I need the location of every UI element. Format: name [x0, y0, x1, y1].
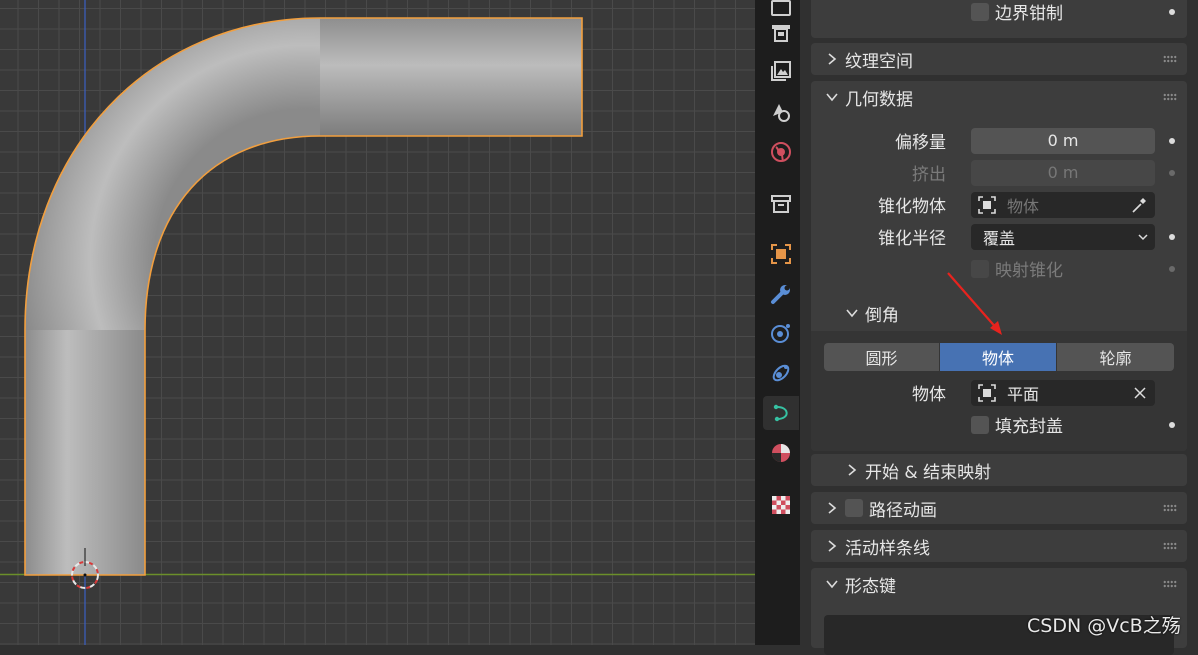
bevel-mode-round[interactable]: 圆形	[824, 343, 939, 371]
extrude-label: 挤出	[912, 165, 946, 185]
shape-keys-title: 形态键	[845, 576, 896, 597]
drag-grip-icon[interactable]	[1163, 93, 1177, 101]
clamp-checkbox[interactable]	[971, 2, 989, 21]
shape-section-tail: 边界钳制	[811, 0, 1187, 38]
taper-object-field[interactable]: 物体	[971, 191, 1155, 218]
texture-icon[interactable]	[763, 488, 799, 522]
extrude-field[interactable]: 0 m	[971, 159, 1155, 186]
view-layer-icon[interactable]	[763, 54, 799, 88]
physics-icon[interactable]	[763, 356, 799, 390]
geometry-header[interactable]: 几何数据	[811, 81, 1187, 113]
chevron-down-icon	[826, 93, 838, 102]
chevron-right-icon	[828, 540, 837, 552]
bevel-mode-profile[interactable]: 轮廓	[1057, 343, 1174, 371]
eyedropper-icon[interactable]	[1129, 195, 1149, 215]
fill-caps-label: 填充封盖	[995, 417, 1063, 437]
path-animation-checkbox[interactable]	[845, 499, 863, 517]
chevron-right-icon	[828, 502, 837, 514]
taper-object-label: 锥化物体	[878, 197, 946, 217]
material-icon[interactable]	[763, 436, 799, 470]
taper-radius-label: 锥化半径	[878, 229, 946, 249]
collection-icon[interactable]	[763, 187, 799, 221]
3d-viewport[interactable]	[0, 0, 755, 645]
active-spline-section[interactable]: 活动样条线	[811, 530, 1187, 562]
clamp-label: 边界钳制	[995, 4, 1063, 24]
start-end-mapping-section[interactable]: 开始 & 结束映射	[811, 454, 1187, 486]
geometry-title: 几何数据	[845, 89, 913, 110]
chevron-down-icon	[826, 580, 838, 589]
drag-grip-icon[interactable]	[1163, 55, 1177, 63]
particles-icon[interactable]	[763, 316, 799, 350]
object-field-icon	[978, 383, 996, 402]
output-printer-icon[interactable]	[763, 16, 799, 50]
bevel-title: 倒角	[865, 305, 899, 326]
chevron-right-icon	[828, 53, 837, 65]
drag-grip-icon[interactable]	[1163, 580, 1177, 588]
offset-keyframe-dot[interactable]	[1169, 137, 1175, 144]
path-animation-section[interactable]: 路径动画	[811, 492, 1187, 524]
bevel-curve-object[interactable]	[24, 17, 583, 576]
taper-object-placeholder: 物体	[1007, 196, 1040, 216]
curve-data-icon[interactable]	[763, 396, 799, 430]
taper-radius-dropdown[interactable]: 覆盖	[971, 223, 1155, 250]
drag-grip-icon[interactable]	[1163, 504, 1177, 512]
chevron-down-icon	[846, 309, 858, 318]
taper-radius-value: 覆盖	[983, 228, 1016, 248]
shape-keys-header[interactable]: 形态键	[811, 568, 1187, 600]
clamp-keyframe-dot[interactable]	[1169, 8, 1175, 15]
bevel-object-label: 物体	[912, 385, 946, 405]
object-icon[interactable]	[763, 237, 799, 271]
offset-label: 偏移量	[895, 133, 946, 153]
close-icon[interactable]	[1133, 386, 1147, 400]
map-taper-keyframe-dot[interactable]	[1169, 265, 1175, 272]
chevron-right-icon	[848, 464, 857, 476]
annotation-arrow	[947, 272, 1002, 335]
watermark-text: CSDN @VcB之殇	[1027, 615, 1181, 637]
start-end-mapping-title: 开始 & 结束映射	[865, 462, 992, 483]
texture-space-title: 纹理空间	[845, 51, 913, 72]
path-animation-title: 路径动画	[869, 500, 937, 521]
chevron-down-icon	[1138, 233, 1148, 240]
bevel-object-field[interactable]: 平面	[971, 379, 1155, 406]
scene-icon[interactable]	[763, 95, 799, 129]
fill-caps-checkbox[interactable]	[971, 415, 989, 434]
drag-grip-icon[interactable]	[1163, 542, 1177, 550]
taper-radius-keyframe-dot[interactable]	[1169, 233, 1175, 240]
fill-caps-keyframe-dot[interactable]	[1169, 421, 1175, 428]
geometry-section: 几何数据 偏移量 0 m 挤出 0 m 锥化物体 物体 锥化半径 覆盖 映射锥化…	[811, 81, 1187, 451]
offset-field[interactable]: 0 m	[971, 127, 1155, 154]
properties-tab-bar	[755, 0, 800, 645]
object-field-icon	[978, 195, 996, 214]
texture-space-section[interactable]: 纹理空间	[811, 43, 1187, 75]
extrude-keyframe-dot[interactable]	[1169, 169, 1175, 176]
modifier-wrench-icon[interactable]	[763, 277, 799, 311]
world-icon[interactable]	[763, 135, 799, 169]
active-spline-title: 活动样条线	[845, 538, 930, 559]
bevel-mode-object[interactable]: 物体	[940, 343, 1056, 371]
bevel-object-value: 平面	[1007, 384, 1040, 404]
